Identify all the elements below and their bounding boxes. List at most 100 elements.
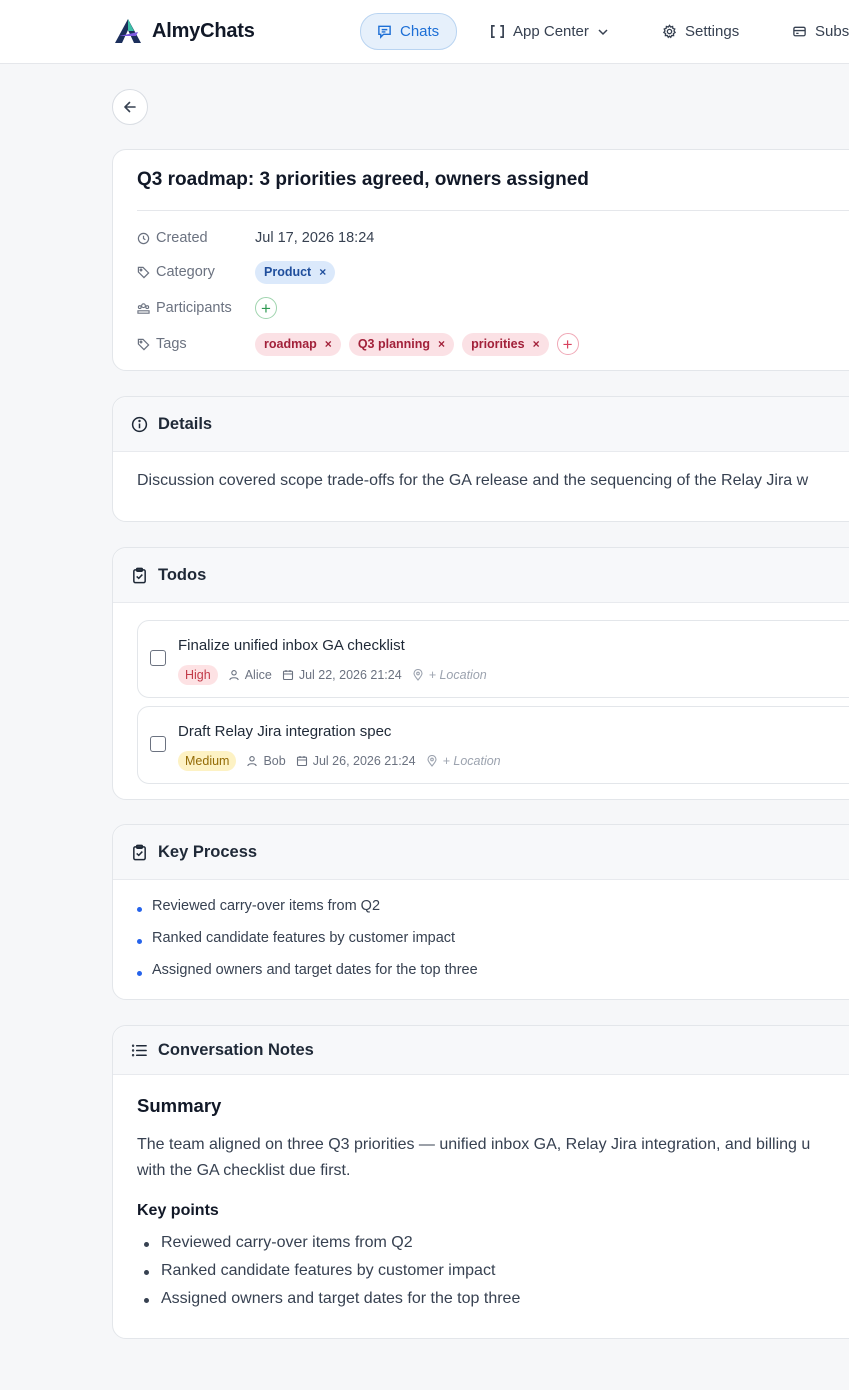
card-icon bbox=[792, 24, 807, 39]
category-chip[interactable]: Product × bbox=[255, 260, 336, 284]
priority-badge[interactable]: Medium bbox=[178, 751, 237, 771]
category-chip-label: Product bbox=[264, 265, 312, 279]
todos-header: Todos bbox=[113, 548, 849, 603]
key-point-item: Assigned owners and target dates for the… bbox=[143, 1290, 521, 1307]
todo-assignee-name: Alice bbox=[244, 668, 272, 682]
app-center-icon bbox=[490, 24, 505, 39]
list-item-text: Ranked candidate features by customer im… bbox=[152, 930, 456, 946]
clipboard-check-icon bbox=[131, 567, 148, 584]
close-icon[interactable]: × bbox=[319, 265, 326, 279]
divider bbox=[137, 210, 849, 211]
gear-icon bbox=[662, 24, 677, 39]
list-icon bbox=[131, 1042, 148, 1059]
todo-location[interactable]: + Location bbox=[412, 668, 487, 682]
clipboard-check-icon bbox=[131, 844, 148, 861]
todo-location[interactable]: + Location bbox=[426, 754, 501, 768]
close-icon[interactable]: × bbox=[533, 337, 540, 351]
key-point-item: Ranked candidate features by customer im… bbox=[143, 1262, 496, 1279]
todo-due-value: Jul 22, 2026 21:24 bbox=[298, 668, 402, 682]
bullet-dot bbox=[137, 938, 142, 944]
nav-chats[interactable]: Chats bbox=[360, 13, 457, 50]
priority-badge[interactable]: High bbox=[178, 665, 218, 685]
list-item: Reviewed carry-over items from Q2 bbox=[137, 898, 380, 914]
user-icon bbox=[228, 669, 240, 681]
summary-heading: Summary bbox=[137, 1095, 222, 1116]
key-process-card: Key Process Reviewed carry-over items fr… bbox=[112, 824, 849, 1000]
todo-checkbox[interactable] bbox=[150, 736, 166, 752]
category-row: Category Product × bbox=[137, 260, 336, 284]
tag-chip[interactable]: Q3 planning × bbox=[348, 332, 455, 356]
summary-text-line: The team aligned on three Q3 priorities … bbox=[137, 1136, 811, 1153]
summary-text: The team aligned on three Q3 priorities … bbox=[137, 1132, 849, 1184]
todos-title: Todos bbox=[158, 565, 207, 584]
todo-assignee[interactable]: Alice bbox=[228, 668, 272, 682]
created-label: Created bbox=[156, 230, 208, 246]
key-points-heading: Key points bbox=[137, 1202, 219, 1219]
list-item: Assigned owners and target dates for the… bbox=[137, 962, 478, 978]
notes-header: Conversation Notes bbox=[113, 1026, 849, 1075]
todo-location-label: + Location bbox=[428, 668, 487, 682]
todo-due-date[interactable]: Jul 26, 2026 21:24 bbox=[296, 754, 416, 768]
nav-settings-label: Settings bbox=[685, 23, 740, 40]
details-title: Details bbox=[158, 414, 213, 433]
todo-assignee[interactable]: Bob bbox=[246, 754, 286, 768]
todo-checkbox[interactable] bbox=[150, 650, 166, 666]
calendar-icon bbox=[296, 755, 308, 767]
key-point-item: Reviewed carry-over items from Q2 bbox=[144, 1234, 413, 1251]
user-icon bbox=[246, 755, 258, 767]
list-item-text: Reviewed carry-over items from Q2 bbox=[152, 898, 381, 914]
calendar-icon bbox=[282, 669, 294, 681]
chevron-down-icon bbox=[597, 26, 609, 38]
todo-due-date[interactable]: Jul 22, 2026 21:24 bbox=[282, 668, 402, 682]
notes-title: Conversation Notes bbox=[158, 1040, 314, 1059]
todo-title[interactable]: Finalize unified inbox GA checklist bbox=[178, 637, 405, 654]
nav-subscription-label: Subs bbox=[815, 23, 849, 40]
details-card: Details Discussion covered scope trade-o… bbox=[112, 396, 849, 522]
list-item-text: Assigned owners and target dates for the… bbox=[152, 962, 478, 978]
tag-chip[interactable]: priorities × bbox=[462, 332, 549, 356]
app-name: AlmyChats bbox=[152, 19, 255, 42]
key-process-title: Key Process bbox=[158, 842, 258, 861]
arrow-left-icon bbox=[122, 99, 138, 115]
tag-chip-label: roadmap bbox=[264, 337, 317, 351]
list-item: Ranked candidate features by customer im… bbox=[137, 930, 455, 946]
tags-label: Tags bbox=[156, 336, 187, 352]
tag-icon bbox=[137, 338, 150, 351]
map-pin-icon bbox=[426, 755, 438, 767]
created-row: Created Jul 17, 2026 18:24 bbox=[137, 226, 374, 250]
users-icon bbox=[137, 302, 150, 315]
chat-bubble-icon bbox=[377, 24, 392, 39]
category-label: Category bbox=[156, 264, 215, 280]
todo-item: Draft Relay Jira integration spec Medium… bbox=[137, 706, 849, 784]
add-tag-button[interactable]: + bbox=[556, 333, 579, 355]
nav-subscription[interactable]: Subs bbox=[776, 13, 849, 50]
summary-text-line: with the GA checklist due first. bbox=[137, 1162, 351, 1179]
tags-row: Tags roadmap × Q3 planning × priorities … bbox=[137, 332, 579, 356]
bullet-dot bbox=[137, 970, 142, 976]
clock-icon bbox=[137, 232, 150, 245]
back-button[interactable] bbox=[112, 89, 148, 125]
map-pin-icon bbox=[412, 669, 424, 681]
brand[interactable]: AlmyChats bbox=[114, 18, 255, 44]
info-icon bbox=[131, 416, 148, 433]
participants-row: Participants + bbox=[137, 296, 277, 320]
conversation-notes-card: Conversation Notes Summary The team alig… bbox=[112, 1025, 849, 1339]
tag-chip-label: priorities bbox=[471, 337, 525, 351]
add-participant-button[interactable]: + bbox=[255, 297, 277, 319]
tag-chip[interactable]: roadmap × bbox=[255, 332, 341, 356]
key-process-header: Key Process bbox=[113, 825, 849, 880]
todo-location-label: + Location bbox=[442, 754, 501, 768]
close-icon[interactable]: × bbox=[438, 337, 445, 351]
created-value: Jul 17, 2026 18:24 bbox=[255, 230, 375, 246]
todo-title[interactable]: Draft Relay Jira integration spec bbox=[178, 723, 391, 740]
nav-app-center[interactable]: App Center bbox=[474, 13, 625, 50]
participants-label: Participants bbox=[156, 300, 232, 316]
details-text: Discussion covered scope trade-offs for … bbox=[137, 472, 809, 489]
close-icon[interactable]: × bbox=[325, 337, 332, 351]
nav-settings[interactable]: Settings bbox=[646, 13, 755, 50]
bullet-dot bbox=[137, 906, 142, 912]
todos-card: Todos Finalize unified inbox GA checklis… bbox=[112, 547, 849, 800]
todo-item: Finalize unified inbox GA checklist High… bbox=[137, 620, 849, 698]
logo-icon bbox=[114, 18, 143, 44]
tag-chip-label: Q3 planning bbox=[357, 337, 431, 351]
